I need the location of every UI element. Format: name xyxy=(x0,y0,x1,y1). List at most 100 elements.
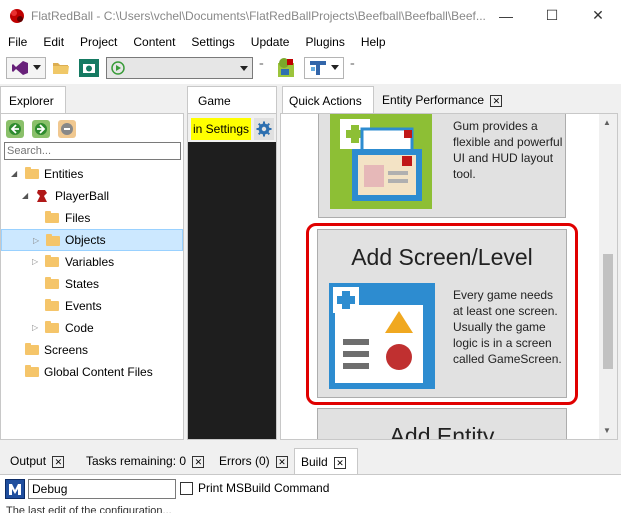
tab-label: Errors (0) xyxy=(219,454,270,468)
add-screen-title: Add Screen/Level xyxy=(351,244,533,270)
game-gear-button[interactable] xyxy=(254,118,274,140)
collapsed-arrow-icon[interactable]: ▷ xyxy=(32,317,38,339)
expanded-arrow-icon[interactable]: ◢ xyxy=(11,163,17,185)
close-tab-icon[interactable]: ✕ xyxy=(192,455,205,468)
explorer-panel: ◢ Entities ◢ PlayerBall Files ▷ Objects xyxy=(0,113,184,440)
navigate-back-button[interactable] xyxy=(6,120,24,138)
tab-label: Build xyxy=(301,455,328,469)
game-settings-button[interactable]: in Settings xyxy=(191,118,251,140)
tab-game[interactable]: Game xyxy=(187,86,277,114)
folder-icon xyxy=(25,343,39,355)
tree-label: Files xyxy=(65,211,91,225)
tree-item-objects[interactable]: ▷ Objects xyxy=(1,229,183,251)
folder-icon xyxy=(45,255,59,267)
tab-entity-performance[interactable]: Entity Performance ✕ xyxy=(376,86,508,114)
expanded-arrow-icon[interactable]: ◢ xyxy=(22,185,28,207)
navigate-forward-button[interactable] xyxy=(32,120,50,138)
menu-settings[interactable]: Settings xyxy=(183,31,242,53)
chevron-down-icon xyxy=(33,65,41,70)
vertical-scrollbar[interactable]: ▲ ▼ xyxy=(599,114,617,439)
collapse-all-button[interactable] xyxy=(58,120,76,138)
gum-tool-button[interactable] xyxy=(274,57,300,79)
toolbar-grip[interactable]: ⁼ xyxy=(259,61,264,72)
camera-icon xyxy=(79,59,99,77)
menu-content[interactable]: Content xyxy=(125,31,183,53)
build-panel: Debug Print MSBuild Command The last edi… xyxy=(0,474,621,513)
tiled-tool-dropdown[interactable] xyxy=(304,57,344,79)
scroll-down-arrow-icon[interactable]: ▼ xyxy=(603,426,611,435)
msbuild-glyph-icon xyxy=(9,484,21,495)
maximize-button[interactable]: ☐ xyxy=(529,0,575,31)
menu-update[interactable]: Update xyxy=(243,31,298,53)
tree-item-events[interactable]: Events xyxy=(1,295,183,317)
gear-icon xyxy=(256,121,272,137)
print-msbuild-label: Print MSBuild Command xyxy=(198,481,330,495)
tree-item-entities[interactable]: ◢ Entities xyxy=(1,163,183,185)
add-screen-card[interactable]: Add Screen/Level Every game needs at lea… xyxy=(317,229,567,398)
flatredball-logo-icon xyxy=(10,9,24,23)
tab-build[interactable]: Build ✕ xyxy=(294,448,358,475)
build-configuration-input[interactable]: Debug xyxy=(28,479,176,499)
tiled-tool-icon xyxy=(310,61,326,75)
tree-item-code[interactable]: ▷ Code xyxy=(1,317,183,339)
tab-output[interactable]: Output ✕ xyxy=(4,448,70,475)
tab-quick-actions[interactable]: Quick Actions xyxy=(282,86,374,114)
tree-label: Code xyxy=(65,321,94,335)
menu-project[interactable]: Project xyxy=(72,31,125,53)
folder-icon xyxy=(45,211,59,223)
tree-label: Objects xyxy=(65,233,106,247)
menu-file[interactable]: File xyxy=(0,31,35,53)
close-tab-icon[interactable]: ✕ xyxy=(334,456,347,469)
add-entity-card[interactable]: Add Entity xyxy=(317,408,567,439)
close-tab-icon[interactable]: ✕ xyxy=(276,455,289,468)
menu-plugins[interactable]: Plugins xyxy=(297,31,352,53)
scroll-thumb[interactable] xyxy=(603,254,613,369)
folder-icon xyxy=(46,234,60,246)
folder-icon xyxy=(45,277,59,289)
bottom-tabbar: Output ✕ Tasks remaining: 0 ✕ Errors (0)… xyxy=(0,448,621,475)
folder-icon xyxy=(25,365,39,377)
tab-label: Output xyxy=(10,454,47,468)
close-tab-icon[interactable]: ✕ xyxy=(52,455,65,468)
open-folder-button[interactable] xyxy=(50,57,72,79)
tab-label: Entity Performance xyxy=(382,93,485,107)
screen-icon xyxy=(329,283,435,389)
tree-item-variables[interactable]: ▷ Variables xyxy=(1,251,183,273)
tree-item-playerball[interactable]: ◢ PlayerBall xyxy=(1,185,183,207)
game-toolbar: in Settings xyxy=(188,114,276,142)
print-msbuild-checkbox[interactable] xyxy=(180,482,193,495)
minus-icon xyxy=(61,123,73,135)
close-tab-icon[interactable]: ✕ xyxy=(490,94,503,107)
tree-label: States xyxy=(65,277,100,291)
tree-item-screens[interactable]: Screens xyxy=(1,339,183,361)
entity-icon xyxy=(37,190,47,202)
minimize-button[interactable]: — xyxy=(483,0,529,31)
screenshot-button[interactable] xyxy=(78,57,100,79)
tree-item-global-content-files[interactable]: Global Content Files xyxy=(1,361,183,383)
folder-icon xyxy=(45,299,59,311)
toolbar-grip[interactable]: ⁼ xyxy=(350,61,355,72)
add-gum-card[interactable]: Gum provides a flexible and powerful UI … xyxy=(318,114,566,218)
gum-card-description: Gum provides a flexible and powerful UI … xyxy=(453,119,563,181)
tree-item-files[interactable]: Files xyxy=(1,207,183,229)
tab-tasks-remaining[interactable]: Tasks remaining: 0 ✕ xyxy=(80,448,210,475)
collapsed-arrow-icon[interactable]: ▷ xyxy=(33,230,39,252)
menu-edit[interactable]: Edit xyxy=(35,31,72,53)
chevron-down-icon xyxy=(331,65,339,70)
scroll-up-arrow-icon[interactable]: ▲ xyxy=(603,118,611,127)
close-button[interactable]: ✕ xyxy=(575,0,621,31)
project-run-combo[interactable] xyxy=(106,57,253,79)
chevron-down-icon xyxy=(240,66,248,71)
tree-item-states[interactable]: States xyxy=(1,273,183,295)
gum-card-icon xyxy=(330,114,432,209)
visual-studio-dropdown-button[interactable] xyxy=(6,57,46,79)
msbuild-icon[interactable] xyxy=(5,479,25,499)
menu-help[interactable]: Help xyxy=(353,31,394,53)
explorer-tabbar: Explorer xyxy=(0,86,184,114)
tab-errors[interactable]: Errors (0) ✕ xyxy=(213,448,294,475)
explorer-search-input[interactable] xyxy=(4,142,181,160)
tab-explorer[interactable]: Explorer xyxy=(0,86,66,114)
arrow-right-icon xyxy=(35,123,47,135)
collapsed-arrow-icon[interactable]: ▷ xyxy=(32,251,38,273)
build-status-text: The last edit of the configuration... xyxy=(6,505,172,513)
